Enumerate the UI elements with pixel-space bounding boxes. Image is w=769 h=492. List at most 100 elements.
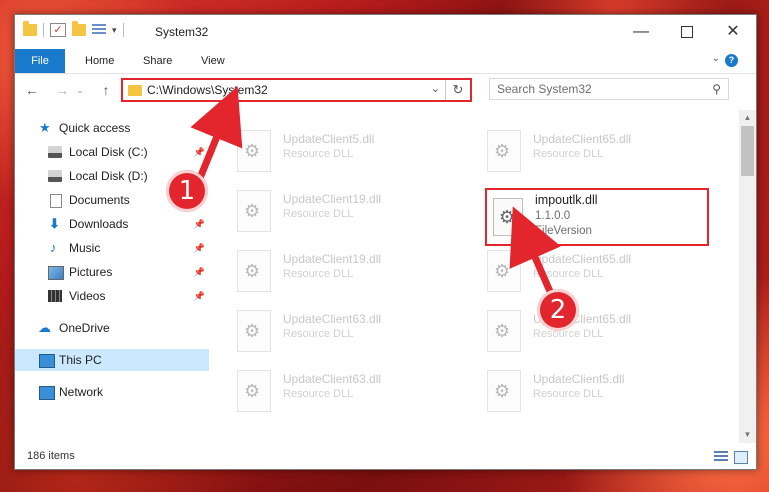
help-icon[interactable]: ? <box>725 54 738 67</box>
address-bar[interactable]: C:\Windows\System32 ⌄ ↻ <box>121 78 472 102</box>
file-explorer-window: ✓ ▾ System32 — ✕ File Home Share View ⌄ … <box>14 14 757 470</box>
file-type: Resource DLL <box>533 268 604 280</box>
tab-home[interactable]: Home <box>85 49 114 73</box>
star-icon: ★ <box>39 120 51 135</box>
file-name: UpdateClient65.dll <box>533 252 632 266</box>
list-item[interactable]: UpdateClient19.dll Resource DLL <box>227 184 457 238</box>
sidebar-item-onedrive[interactable]: ☁ OneDrive <box>15 317 209 339</box>
sidebar-item-label: Network <box>59 385 104 399</box>
sidebar-item-pictures[interactable]: Pictures 📌 <box>15 261 209 283</box>
sidebar-item-downloads[interactable]: ⬇ Downloads 📌 <box>15 213 209 235</box>
quick-access-toolbar: ✓ ▾ <box>23 21 124 37</box>
sidebar-item-label: Downloads <box>69 217 129 231</box>
list-item[interactable]: UpdateClient5.dll Resource DLL <box>227 124 457 178</box>
pictures-icon <box>48 266 64 280</box>
file-type: Resource DLL <box>283 268 354 280</box>
refresh-button[interactable]: ↻ <box>445 80 470 100</box>
list-item[interactable]: UpdateClient63.dll Resource DLL <box>227 364 457 418</box>
sidebar-item-label: Pictures <box>69 265 113 279</box>
file-description: FileVersion <box>535 225 592 237</box>
step-1-badge: 1 <box>166 170 208 212</box>
search-input[interactable]: Search System32 ⚲ <box>489 78 729 100</box>
sidebar-item-quick-access[interactable]: ★ Quick access <box>15 117 209 139</box>
back-button[interactable]: ← <box>23 80 41 100</box>
customize-toolbar-dropdown-icon[interactable]: ▾ <box>112 25 117 36</box>
search-icon[interactable]: ⚲ <box>712 82 721 96</box>
toolbar-separator <box>43 23 44 37</box>
list-item[interactable]: UpdateClient63.dll Resource DLL <box>227 304 457 358</box>
list-item[interactable]: UpdateClient19.dll Resource DLL <box>227 244 457 298</box>
dll-file-icon <box>237 310 271 352</box>
tab-view[interactable]: View <box>201 49 225 73</box>
title-bar: ✓ ▾ System32 — ✕ <box>15 15 756 49</box>
dll-file-icon <box>487 370 521 412</box>
file-name: impoutlk.dll <box>535 193 598 207</box>
sidebar-item-label: Music <box>69 241 101 255</box>
network-icon <box>39 386 55 400</box>
sidebar-item-label: OneDrive <box>59 321 110 335</box>
file-type: Resource DLL <box>283 148 354 160</box>
dll-file-icon <box>237 370 271 412</box>
sidebar-item-music[interactable]: ♪ Music 📌 <box>15 237 209 259</box>
highlighted-file-item[interactable]: impoutlk.dll 1.1.0.0 FileVersion <box>485 188 709 246</box>
onedrive-icon: ☁ <box>38 320 51 335</box>
file-version: 1.1.0.0 <box>535 210 571 222</box>
pin-icon: 📌 <box>193 291 205 301</box>
folder-icon[interactable] <box>23 21 37 36</box>
file-name: UpdateClient19.dll <box>283 192 382 206</box>
sidebar-item-network[interactable]: Network <box>15 381 209 403</box>
navigation-pane: ★ Quick access Local Disk (C:) 📌 Local D… <box>15 110 211 443</box>
download-icon: ⬇ <box>49 216 60 231</box>
list-item[interactable]: UpdateClient65.dll Resource DLL <box>477 304 707 358</box>
properties-list-icon[interactable] <box>92 24 106 36</box>
file-type: Resource DLL <box>283 208 354 220</box>
recent-locations-dropdown-icon[interactable]: ⌄ <box>71 80 89 100</box>
large-icons-view-icon[interactable] <box>734 451 748 464</box>
sidebar-item-this-pc[interactable]: This PC <box>15 349 209 371</box>
minimize-button[interactable]: — <box>618 15 664 49</box>
file-type: Resource DLL <box>533 328 604 340</box>
tab-file[interactable]: File <box>15 49 65 73</box>
scroll-down-icon[interactable]: ▼ <box>739 427 756 443</box>
details-view-icon[interactable] <box>714 451 728 462</box>
list-item[interactable]: UpdateClient5.dll Resource DLL <box>477 364 707 418</box>
scroll-up-icon[interactable]: ▲ <box>739 110 756 126</box>
pin-icon: 📌 <box>193 267 205 277</box>
properties-check-icon[interactable]: ✓ <box>50 23 66 37</box>
sidebar-item-label: Local Disk (D:) <box>69 169 148 183</box>
sidebar-item-videos[interactable]: Videos 📌 <box>15 285 209 307</box>
maximize-icon <box>681 25 693 38</box>
address-path[interactable]: C:\Windows\System32 <box>147 83 268 97</box>
tab-share[interactable]: Share <box>143 49 172 73</box>
vertical-scrollbar[interactable]: ▲ ▼ <box>739 110 756 443</box>
document-icon <box>50 194 62 208</box>
file-name: UpdateClient19.dll <box>283 252 382 266</box>
close-button[interactable]: ✕ <box>710 15 756 49</box>
ribbon-expand-icon[interactable]: ⌄ <box>712 53 720 64</box>
music-icon: ♪ <box>50 240 57 255</box>
up-button[interactable]: ↑ <box>97 80 115 100</box>
videos-icon <box>48 290 62 302</box>
forward-button[interactable]: → <box>53 80 71 100</box>
maximize-button[interactable] <box>664 15 710 49</box>
scroll-thumb[interactable] <box>741 126 754 176</box>
file-name: UpdateClient5.dll <box>283 132 375 146</box>
sidebar-item-label: Local Disk (C:) <box>69 145 148 159</box>
file-name: UpdateClient63.dll <box>283 372 382 386</box>
dll-file-icon <box>493 198 523 236</box>
address-dropdown-icon[interactable]: ⌄ <box>431 82 440 95</box>
step-2-badge: 2 <box>537 289 579 331</box>
sidebar-item-local-disk-c[interactable]: Local Disk (C:) 📌 <box>15 141 209 163</box>
toolbar-separator <box>122 23 124 37</box>
search-placeholder: Search System32 <box>497 82 592 96</box>
list-item[interactable]: UpdateClient65.dll Resource DLL <box>477 124 707 178</box>
dll-file-icon <box>237 190 271 232</box>
list-item[interactable]: UpdateClient65.dll Resource DLL <box>477 244 707 298</box>
sidebar-item-label: Documents <box>69 193 130 207</box>
pc-icon <box>39 354 55 368</box>
file-name: UpdateClient63.dll <box>283 312 382 326</box>
file-list: UpdateClient5.dll Resource DLL UpdateCli… <box>227 110 737 443</box>
file-name: UpdateClient5.dll <box>533 372 625 386</box>
new-folder-icon[interactable] <box>72 21 86 36</box>
dll-file-icon <box>237 130 271 172</box>
